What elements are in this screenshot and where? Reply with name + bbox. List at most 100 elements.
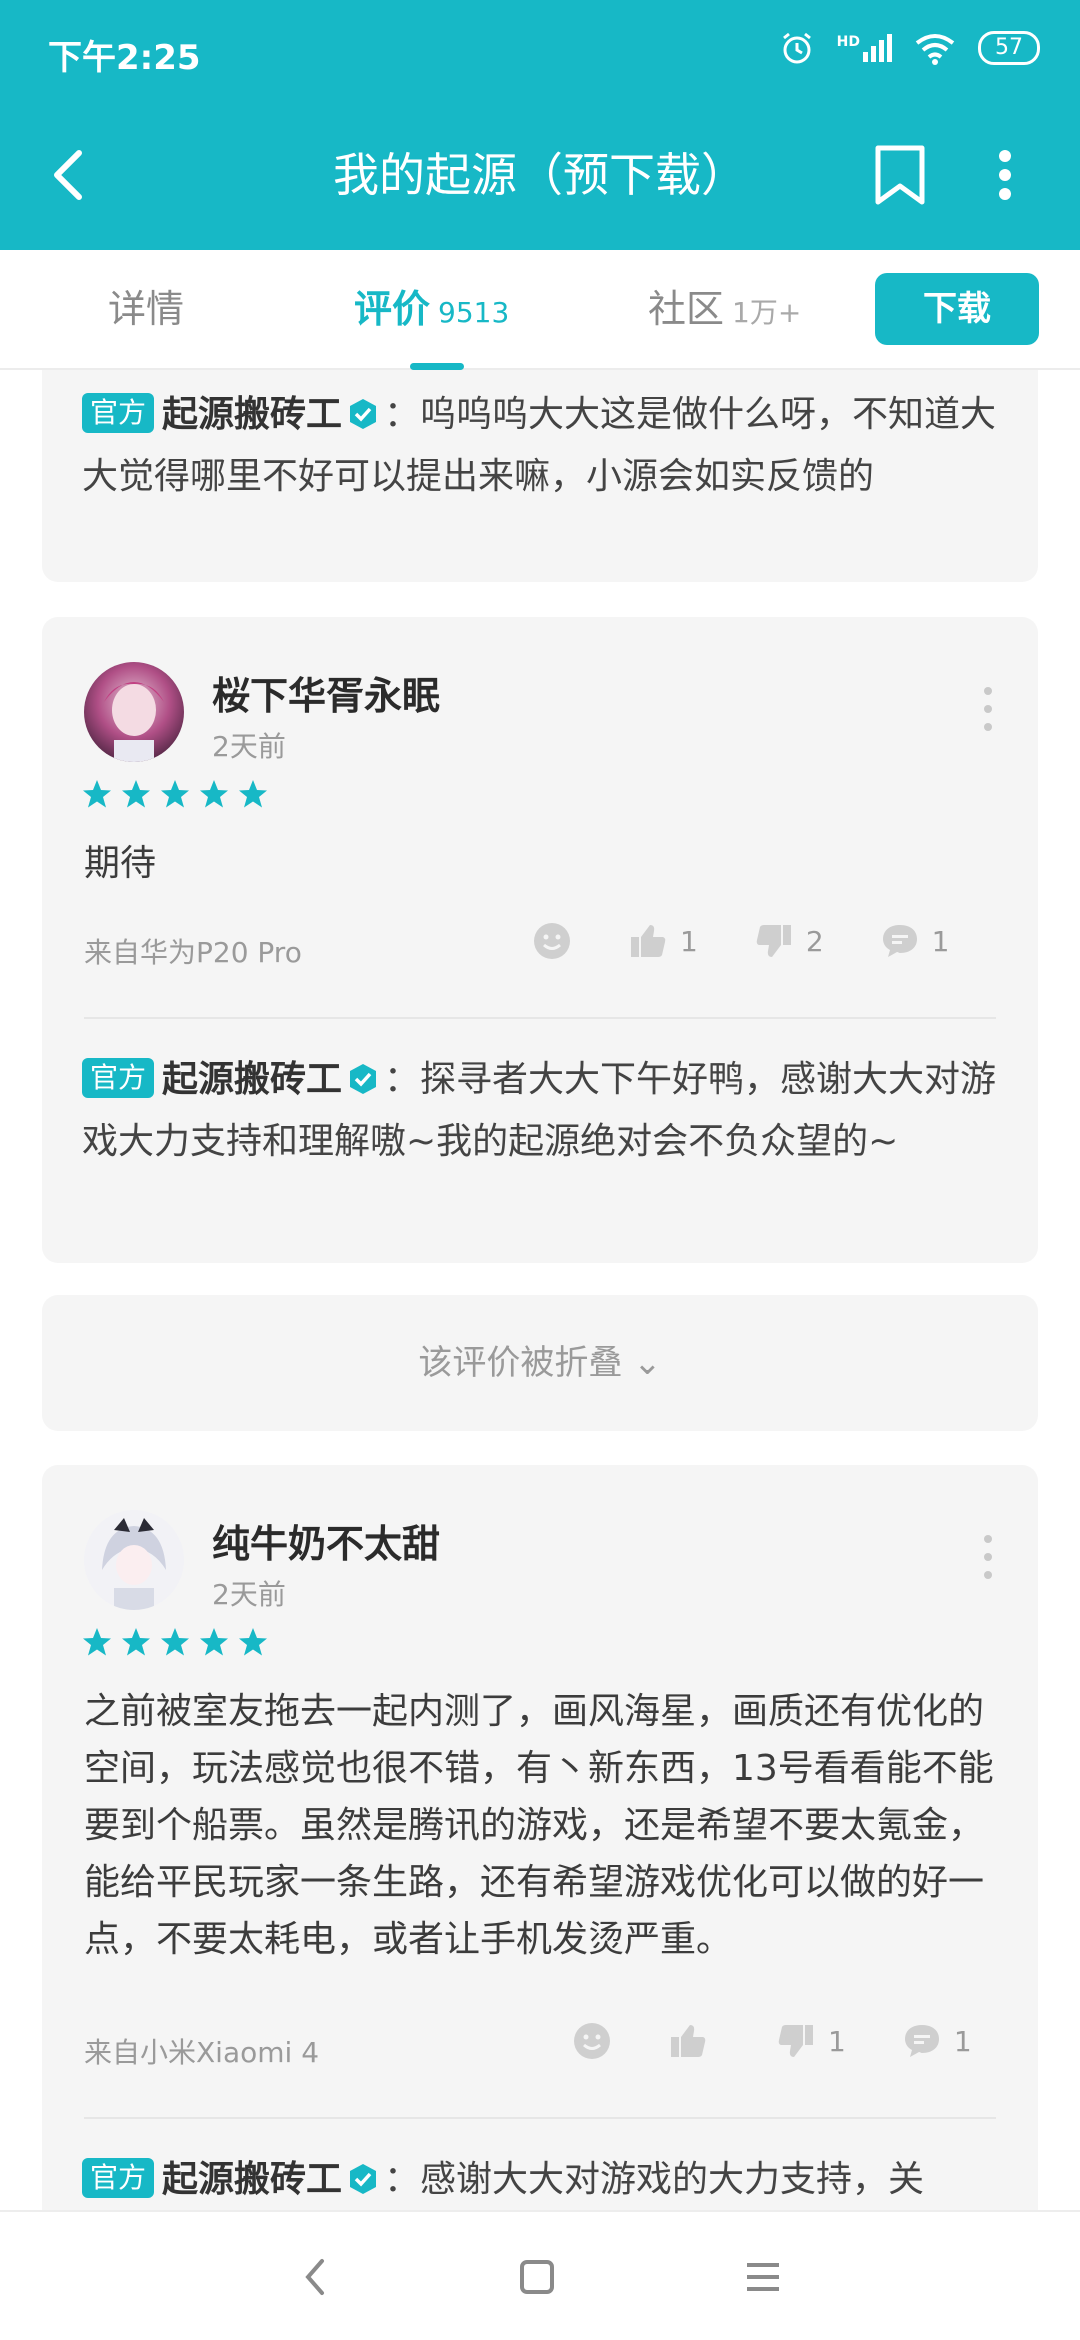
official-name[interactable]: 起源搬砖工	[162, 1059, 342, 1100]
like-count: 1	[680, 924, 698, 958]
avatar[interactable]	[84, 662, 184, 762]
review-username[interactable]: 桜下华胥永眠	[212, 665, 440, 720]
review-actions: 1 2 1	[532, 921, 949, 961]
comment-count: 1	[931, 924, 950, 958]
download-button[interactable]: 下载	[875, 273, 1039, 345]
review-card-previous: 官方 起源搬砖工 ：呜呜呜大大这是做什么呀，不知道大大觉得哪里不好可以提出来嘛，小源…	[42, 370, 1038, 582]
tab-reviews[interactable]: 评价 9513	[354, 250, 509, 368]
review-menu-button[interactable]	[978, 687, 998, 731]
bookmark-icon	[875, 145, 925, 205]
tab-reviews-count: 9513	[438, 296, 510, 329]
official-name[interactable]: 起源搬砖工	[162, 2159, 342, 2200]
comment-count: 1	[953, 2024, 972, 2058]
tab-details-label: 详情	[108, 287, 185, 331]
like-button[interactable]: 1	[628, 921, 698, 961]
bookmark-button[interactable]	[870, 135, 930, 215]
battery-indicator: 57	[978, 31, 1040, 65]
tab-bar: 详情 评价 9513 社区 1万+ 下载	[0, 250, 1080, 370]
verified-badge-icon	[350, 2164, 377, 2194]
review-actions: 1 1	[572, 2021, 972, 2061]
nav-home-icon	[520, 2260, 554, 2294]
hd-label: HD	[836, 34, 860, 50]
star-icon	[200, 1628, 228, 1656]
divider	[84, 2117, 996, 2119]
star-icon	[239, 1628, 267, 1656]
official-tag: 官方	[82, 393, 155, 433]
official-tag: 官方	[82, 2158, 155, 2198]
tab-community[interactable]: 社区 1万+	[648, 250, 801, 368]
review-username[interactable]: 纯牛奶不太甜	[212, 1513, 440, 1568]
system-nav-bar	[0, 2210, 1080, 2340]
star-icon	[122, 1628, 150, 1656]
official-reply: 官方 起源搬砖工 ：探寻者大大下午好鸭，感谢大大对游戏大力支持和理解嗷~我的起源绝对…	[82, 1049, 1002, 1173]
official-reply: 官方 起源搬砖工 ：呜呜呜大大这是做什么呀，不知道大大觉得哪里不好可以提出来嘛，小源…	[82, 384, 1002, 508]
dislike-count: 1	[828, 2024, 846, 2058]
tab-details[interactable]: 详情	[108, 250, 184, 368]
review-feed[interactable]: 官方 起源搬砖工 ：呜呜呜大大这是做什么呀，不知道大大觉得哪里不好可以提出来嘛，小源…	[0, 370, 1080, 2210]
comment-icon	[904, 2025, 939, 2057]
thumbs-down-icon	[756, 925, 791, 957]
review-text: 之前被室友拖去一起内测了，画风海星，画质还有优化的空间，玩法感觉也很不错，有丶新…	[84, 1691, 994, 1960]
active-tab-indicator	[410, 363, 464, 370]
status-bar: 下午2:25 HD 57	[0, 0, 1080, 105]
thumbs-up-icon	[671, 2025, 706, 2057]
review-card: 桜下华胥永眠 2天前 期待 来自华为P20 Pro 1 2 1 官方 起源搬砖工…	[42, 617, 1038, 1263]
official-reply: 官方 起源搬砖工 ：感谢大大对游戏的大力支持，关	[82, 2149, 1002, 2210]
signal-icon: HD	[837, 34, 892, 62]
tab-community-count: 1万+	[732, 296, 802, 329]
comment-button[interactable]: 1	[902, 2021, 972, 2061]
dislike-button[interactable]: 1	[776, 2021, 846, 2061]
star-icon	[83, 780, 111, 808]
star-rating	[82, 1627, 268, 1657]
nav-home-button[interactable]	[502, 2242, 572, 2312]
alarm-icon	[782, 32, 811, 64]
review-text: 期待	[84, 843, 157, 884]
nav-menu-icon	[747, 2263, 779, 2291]
star-icon	[83, 1628, 111, 1656]
emoji-react-button[interactable]	[572, 2021, 612, 2061]
wifi-icon	[915, 34, 955, 65]
star-icon	[200, 780, 228, 808]
star-icon	[239, 780, 267, 808]
more-vertical-icon	[999, 150, 1011, 200]
comment-button[interactable]: 1	[880, 921, 950, 961]
more-options-button[interactable]	[975, 135, 1035, 215]
official-name[interactable]: 起源搬砖工	[162, 394, 342, 435]
folded-review[interactable]: 该评价被折叠 ⌄	[42, 1295, 1038, 1431]
tab-community-label: 社区	[648, 287, 725, 331]
emoji-icon	[534, 923, 570, 959]
star-icon	[161, 1628, 189, 1656]
nav-menu-button[interactable]	[728, 2242, 798, 2312]
avatar[interactable]	[84, 1510, 184, 1610]
reply-text: ：感谢大大对游戏的大力支持，关	[384, 2159, 925, 2200]
star-icon	[161, 780, 189, 808]
app-bar: 下午2:25 HD 57 我的起源（预下载）	[0, 0, 1080, 250]
emoji-icon	[574, 2023, 610, 2059]
star-icon	[122, 780, 150, 808]
verified-badge-icon	[350, 1064, 377, 1094]
official-tag: 官方	[82, 1058, 155, 1098]
folded-review-label: 该评价被折叠 ⌄	[418, 1343, 662, 1383]
status-icons: HD 57	[779, 30, 1040, 66]
nav-back-icon	[305, 2259, 324, 2295]
thumbs-down-icon	[778, 2025, 813, 2057]
dislike-button[interactable]: 2	[754, 921, 824, 961]
nav-back-button[interactable]	[280, 2242, 350, 2312]
review-device: 来自小米Xiaomi 4	[84, 2036, 320, 2069]
divider	[84, 1017, 996, 1019]
dislike-count: 2	[805, 924, 824, 958]
review-menu-button[interactable]	[978, 1535, 998, 1579]
review-time: 2天前	[212, 730, 286, 763]
tab-reviews-label: 评价	[354, 287, 431, 331]
comment-icon	[882, 925, 917, 957]
review-time: 2天前	[212, 1578, 286, 1611]
thumbs-up-icon	[631, 925, 666, 957]
top-navigation: 我的起源（预下载）	[0, 105, 1080, 250]
star-rating	[82, 779, 268, 809]
status-time: 下午2:25	[48, 38, 201, 78]
review-device: 来自华为P20 Pro	[84, 936, 302, 969]
review-card: 纯牛奶不太甜 2天前 之前被室友拖去一起内测了，画风海星，画质还有优化的空间，玩…	[42, 1465, 1038, 2210]
like-button[interactable]	[668, 2021, 720, 2061]
emoji-react-button[interactable]	[532, 921, 572, 961]
verified-badge-icon	[350, 399, 377, 429]
